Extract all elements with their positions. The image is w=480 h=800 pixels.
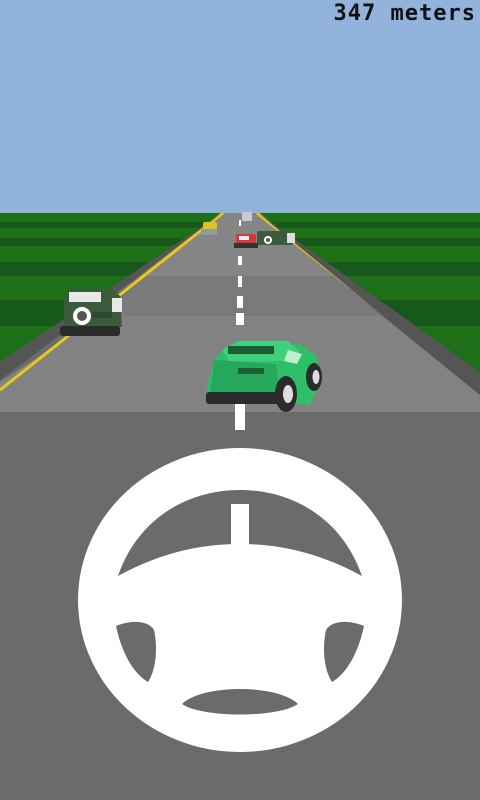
traffic-car-green-far bbox=[257, 231, 295, 245]
steering-wheel-icon[interactable] bbox=[78, 448, 402, 752]
distance-readout: 347 meters bbox=[333, 1, 476, 26]
steering-wheel-rim[interactable] bbox=[78, 448, 402, 752]
traffic-truck-far bbox=[242, 212, 252, 221]
player-car bbox=[206, 341, 322, 412]
traffic-car-red bbox=[234, 234, 258, 248]
steering-wheel-top-marker bbox=[231, 504, 249, 566]
traffic-car-yellow bbox=[201, 222, 217, 235]
game-viewport: 347 meters bbox=[0, 0, 480, 800]
traffic-car-green-left bbox=[60, 289, 122, 336]
sky bbox=[0, 0, 480, 213]
